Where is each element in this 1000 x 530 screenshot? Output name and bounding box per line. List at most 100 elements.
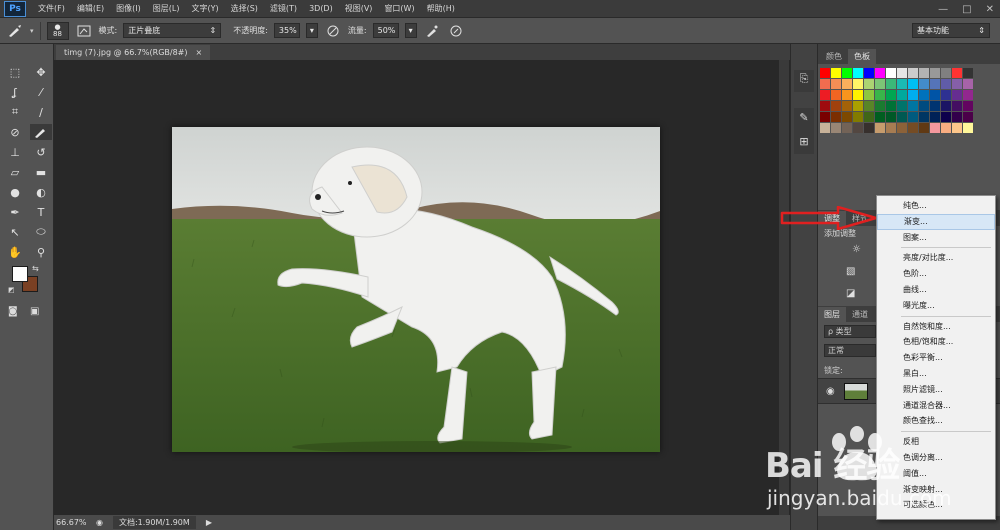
menu-item[interactable]: 曲线... xyxy=(877,282,995,298)
color-swatch[interactable] xyxy=(886,68,896,78)
color-swatch[interactable] xyxy=(897,79,907,89)
color-swatch[interactable] xyxy=(952,90,962,100)
color-swatch[interactable] xyxy=(919,123,929,133)
history-brush-tool-icon[interactable]: ↺ xyxy=(30,144,52,160)
color-swatch[interactable] xyxy=(842,101,852,111)
color-swatch[interactable] xyxy=(864,101,874,111)
zoom-level[interactable]: 66.67% xyxy=(56,518,87,527)
tab-color[interactable]: 颜色 xyxy=(820,49,848,64)
screen-mode-icon[interactable]: ▣ xyxy=(30,306,39,317)
menu-3d[interactable]: 3D(D) xyxy=(303,4,339,13)
brightness-icon[interactable]: ☼ xyxy=(852,244,861,255)
color-swatch[interactable] xyxy=(875,101,885,111)
color-swatch[interactable] xyxy=(875,68,885,78)
color-swatch[interactable] xyxy=(952,79,962,89)
color-swatch[interactable] xyxy=(864,123,874,133)
color-swatch[interactable] xyxy=(952,68,962,78)
workspace-select[interactable]: 基本功能 ⇕ xyxy=(912,23,990,38)
color-swatch[interactable] xyxy=(930,123,940,133)
status-options-icon[interactable]: ◉ xyxy=(96,518,103,527)
swatches-grid[interactable] xyxy=(820,68,973,133)
swap-colors-icon[interactable]: ⇆ xyxy=(32,264,39,273)
color-swatch[interactable] xyxy=(886,101,896,111)
color-swatch[interactable] xyxy=(919,79,929,89)
color-swatch[interactable] xyxy=(831,79,841,89)
color-swatch[interactable] xyxy=(930,112,940,122)
status-menu-arrow-icon[interactable]: ▶ xyxy=(206,518,212,527)
color-swatch[interactable] xyxy=(820,90,830,100)
color-swatch[interactable] xyxy=(853,79,863,89)
color-swatch[interactable] xyxy=(919,68,929,78)
color-swatch[interactable] xyxy=(864,90,874,100)
flow-input[interactable]: 50% xyxy=(372,23,399,38)
menu-item[interactable]: 可选颜色... xyxy=(877,497,995,513)
color-swatch[interactable] xyxy=(831,101,841,111)
eyedropper-tool-icon[interactable]: ∕ xyxy=(30,104,52,120)
tool-preset-chevron-icon[interactable]: ▾ xyxy=(30,27,34,35)
menu-image[interactable]: 图像(I) xyxy=(110,3,147,14)
color-swatch[interactable] xyxy=(853,68,863,78)
color-swatch[interactable] xyxy=(842,68,852,78)
menu-item[interactable]: 纯色... xyxy=(877,198,995,214)
color-swatch[interactable] xyxy=(831,112,841,122)
color-swatch[interactable] xyxy=(941,79,951,89)
color-swatch[interactable] xyxy=(886,79,896,89)
color-swatch[interactable] xyxy=(963,68,973,78)
menu-item[interactable]: 色相/饱和度... xyxy=(877,334,995,350)
color-swatch[interactable] xyxy=(908,101,918,111)
color-swatch[interactable] xyxy=(864,79,874,89)
tab-swatches[interactable]: 色板 xyxy=(848,49,876,64)
color-swatch[interactable] xyxy=(908,112,918,122)
color-swatch[interactable] xyxy=(853,112,863,122)
color-swatch[interactable] xyxy=(908,90,918,100)
pen-tool-icon[interactable]: ✒ xyxy=(4,204,26,220)
invert-icon[interactable]: ◪ xyxy=(846,288,855,299)
vibrance-icon[interactable]: ▧ xyxy=(846,266,855,277)
color-swatch[interactable] xyxy=(886,90,896,100)
path-selection-tool-icon[interactable]: ↖ xyxy=(4,224,26,240)
tab-channels[interactable]: 通道 xyxy=(846,307,874,322)
color-swatch[interactable] xyxy=(908,68,918,78)
color-swatch[interactable] xyxy=(963,112,973,122)
blend-mode-select[interactable]: 正片叠底 ⇕ xyxy=(123,23,222,38)
color-swatch[interactable] xyxy=(908,79,918,89)
clone-source-icon[interactable]: ⊞ xyxy=(794,132,814,150)
opacity-input[interactable]: 35% xyxy=(273,23,300,38)
brush-tool-icon[interactable] xyxy=(30,124,52,140)
vertical-scrollbar[interactable] xyxy=(779,60,789,515)
tab-layers[interactable]: 图层 xyxy=(818,307,846,322)
menu-item[interactable]: 图案... xyxy=(877,230,995,246)
menu-item[interactable]: 渐变... xyxy=(877,213,995,230)
maximize-button[interactable]: □ xyxy=(962,4,971,15)
color-swatch[interactable] xyxy=(963,79,973,89)
color-swatch[interactable] xyxy=(919,101,929,111)
color-swatch[interactable] xyxy=(864,68,874,78)
brush-panel-icon[interactable] xyxy=(75,22,93,40)
color-swatch[interactable] xyxy=(886,123,896,133)
color-swatch[interactable] xyxy=(842,123,852,133)
menu-item[interactable]: 色彩平衡... xyxy=(877,350,995,366)
menu-window[interactable]: 窗口(W) xyxy=(378,3,420,14)
crop-tool-icon[interactable]: ⌗ xyxy=(4,104,26,120)
clone-stamp-tool-icon[interactable]: ⊥ xyxy=(4,144,26,160)
color-swatch[interactable] xyxy=(941,112,951,122)
color-swatch[interactable] xyxy=(853,90,863,100)
color-swatch[interactable] xyxy=(941,90,951,100)
color-swatch[interactable] xyxy=(820,112,830,122)
foreground-color-swatch[interactable] xyxy=(12,266,28,282)
pressure-opacity-icon[interactable] xyxy=(324,22,342,40)
color-swatch[interactable] xyxy=(941,123,951,133)
color-swatch[interactable] xyxy=(820,123,830,133)
shape-tool-icon[interactable]: ⬭ xyxy=(30,224,52,240)
document-tab[interactable]: timg (7).jpg @ 66.7%(RGB/8#) × xyxy=(56,45,211,60)
color-swatch[interactable] xyxy=(930,101,940,111)
menu-item[interactable]: 色调分离... xyxy=(877,450,995,466)
layer-blend-mode-select[interactable]: 正常 xyxy=(824,344,876,357)
color-swatch[interactable] xyxy=(963,101,973,111)
gradient-tool-icon[interactable]: ▬ xyxy=(30,164,52,180)
layer-filter-select[interactable]: ρ 类型 xyxy=(824,325,876,338)
close-button[interactable]: ✕ xyxy=(986,4,994,15)
color-swatch[interactable] xyxy=(820,68,830,78)
eraser-tool-icon[interactable]: ▱ xyxy=(4,164,26,180)
color-swatch[interactable] xyxy=(919,112,929,122)
